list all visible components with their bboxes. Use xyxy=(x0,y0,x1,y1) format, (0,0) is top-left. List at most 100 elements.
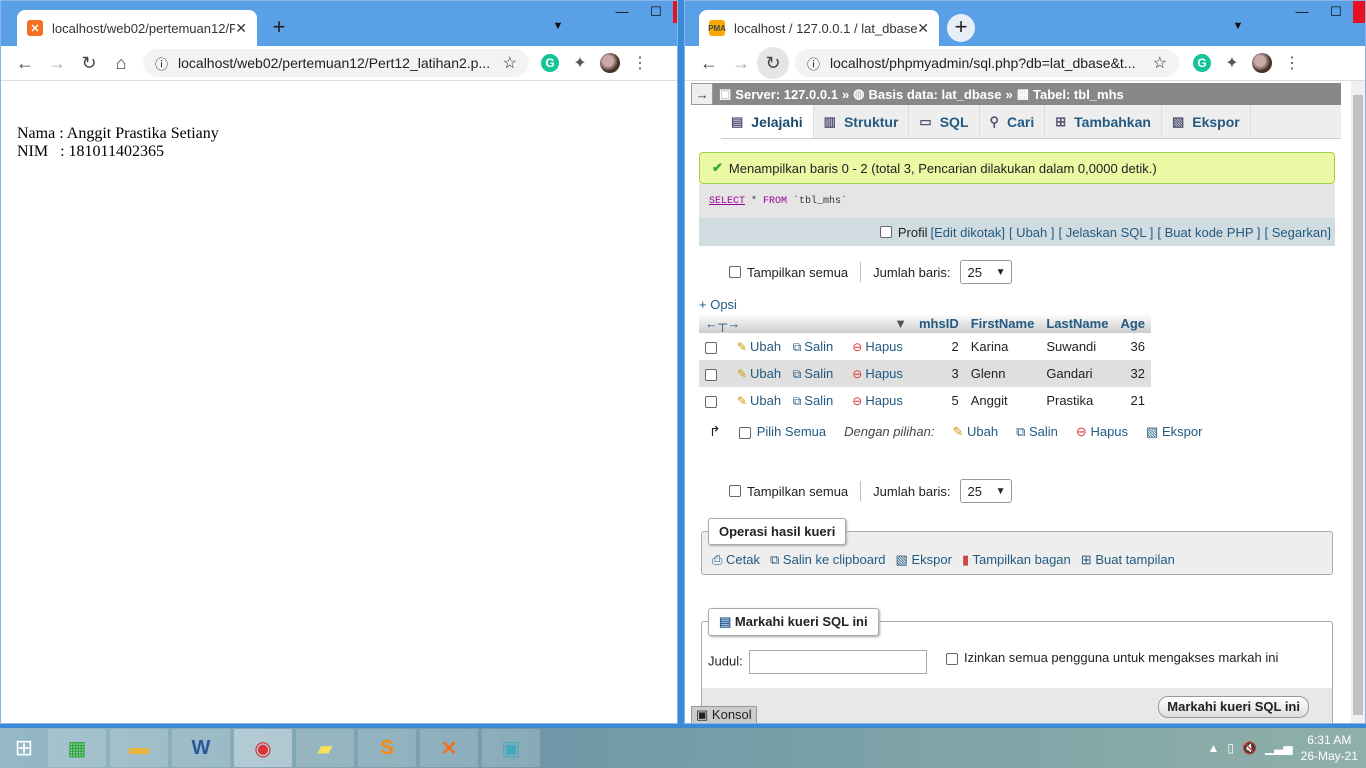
cell-age[interactable]: 32 xyxy=(1114,360,1152,387)
extensions-puzzle-icon[interactable]: ✦ xyxy=(1217,48,1247,78)
profile-checkbox[interactable] xyxy=(879,226,892,238)
edit-action[interactable]: ✎ Ubah ⧉ Salin xyxy=(730,360,847,387)
taskbar-word[interactable]: W xyxy=(172,729,230,767)
row-checkbox[interactable] xyxy=(705,395,717,408)
column-header-lastname[interactable]: LastName xyxy=(1040,314,1115,333)
bookmark-query-button[interactable]: Markahi kueri SQL ini xyxy=(1158,696,1309,718)
cell-lastname[interactable]: Suwandi xyxy=(1040,333,1114,360)
scrollbar-thumb[interactable] xyxy=(1353,95,1363,715)
taskbar-sticky-notes[interactable]: ▰ xyxy=(296,729,354,767)
cell-age[interactable]: 21 xyxy=(1114,387,1151,414)
taskbar-store[interactable]: ▦ xyxy=(48,729,106,767)
tab-tambahkan[interactable]: ⊞ Tambahkan xyxy=(1045,105,1162,138)
delete-action[interactable]: ⊖ Hapus xyxy=(846,387,913,414)
select-all-control[interactable]: Pilih Semua xyxy=(738,424,826,439)
breadcrumb-database[interactable]: Basis data: lat_dbase xyxy=(869,87,1002,102)
bulk-export-button[interactable]: ▧ Ekspor xyxy=(1146,424,1202,440)
tab-struktur[interactable]: ▥ Struktur xyxy=(814,105,910,138)
copy-label[interactable]: Salin xyxy=(804,366,833,381)
print-button[interactable]: ⎙ Cetak xyxy=(712,552,760,568)
cell-mhsid[interactable]: 3 xyxy=(913,360,965,387)
bookmark-title-input[interactable] xyxy=(748,650,927,674)
maximize-button[interactable]: ☐ xyxy=(1319,1,1353,23)
tab-search-icon[interactable]: ▼ xyxy=(541,1,575,32)
address-bar[interactable]: ⓘ localhost/phpmyadmin/sql.php?db=lat_db… xyxy=(795,49,1179,77)
close-window-button[interactable]: ✕ xyxy=(1353,1,1365,23)
column-header-firstname[interactable]: FirstName xyxy=(964,314,1041,333)
taskbar-sublime[interactable]: S xyxy=(358,729,416,767)
edit-link[interactable]: [ Ubah ] xyxy=(1009,225,1055,240)
address-bar[interactable]: ⓘ localhost/web02/pertemuan12/Pert12_lat… xyxy=(143,49,529,77)
cell-mhsid[interactable]: 2 xyxy=(913,333,965,360)
rows-select[interactable]: 25 ▼ xyxy=(960,479,1013,503)
new-tab-button[interactable]: + xyxy=(265,14,293,42)
tab-ekspor[interactable]: ▧ Ekspor xyxy=(1162,105,1251,138)
menu-kebab-icon[interactable]: ⋮ xyxy=(1277,48,1307,78)
forward-button[interactable]: → xyxy=(41,47,73,79)
sort-dropdown-icon[interactable]: ▼ xyxy=(894,316,907,331)
cell-firstname[interactable]: Anggit xyxy=(965,387,1041,414)
maximize-button[interactable]: ☐ xyxy=(639,1,673,23)
row-checkbox[interactable] xyxy=(705,341,717,354)
select-all-label[interactable]: Pilih Semua xyxy=(757,424,826,439)
browser-tab[interactable]: ✕ localhost/web02/pertemuan12/P ✕ xyxy=(17,10,257,46)
show-all-checkbox[interactable] xyxy=(729,266,741,278)
menu-kebab-icon[interactable]: ⋮ xyxy=(625,48,655,78)
column-header-age[interactable]: Age xyxy=(1114,314,1152,333)
edit-action[interactable]: ✎ Ubah ⧉ Salin xyxy=(731,333,846,360)
export-button[interactable]: ▧ Ekspor xyxy=(896,552,952,568)
create-view-button[interactable]: ⊞ Buat tampilan xyxy=(1081,552,1175,568)
row-checkbox[interactable] xyxy=(705,368,717,381)
copy-label[interactable]: Salin xyxy=(804,339,833,354)
clock[interactable]: 6:31 AM 26-May-21 xyxy=(1301,732,1358,764)
back-button[interactable]: ← xyxy=(9,47,41,79)
show-hidden-icons-icon[interactable]: ▲ xyxy=(1208,741,1220,755)
allow-all-checkbox[interactable] xyxy=(946,652,958,665)
forward-button[interactable]: → xyxy=(725,47,757,79)
console-button[interactable]: ▣ Konsol xyxy=(691,706,757,723)
column-arrows-icon[interactable]: ←┬→ xyxy=(705,316,740,331)
start-button[interactable]: ⊞ xyxy=(0,728,48,768)
sql-select-keyword[interactable]: SELECT xyxy=(709,196,745,207)
tab-search-icon[interactable]: ▼ xyxy=(1221,1,1255,32)
cell-mhsid[interactable]: 5 xyxy=(913,387,965,414)
bookmark-star-icon[interactable]: ☆ xyxy=(1153,53,1167,73)
breadcrumb-server[interactable]: Server: 127.0.0.1 xyxy=(735,87,838,102)
home-button[interactable]: ⌂ xyxy=(105,47,137,79)
reload-button[interactable]: ↻ xyxy=(73,47,105,79)
tab-sql[interactable]: ▭ SQL xyxy=(909,105,980,138)
cell-firstname[interactable]: Karina xyxy=(965,333,1041,360)
display-chart-button[interactable]: ▮ Tampilkan bagan xyxy=(962,552,1071,568)
edit-inline-link[interactable]: [Edit dikotak] xyxy=(931,225,1005,240)
new-tab-button[interactable]: + xyxy=(947,14,975,42)
device-icon[interactable]: ▯ xyxy=(1227,741,1234,755)
cell-lastname[interactable]: Prastika xyxy=(1040,387,1114,414)
options-link[interactable]: + Opsi xyxy=(699,297,737,312)
breadcrumb-table[interactable]: Tabel: tbl_mhs xyxy=(1033,87,1124,102)
taskbar-xampp[interactable]: ✕ xyxy=(420,729,478,767)
delete-action[interactable]: ⊖ Hapus xyxy=(846,333,913,360)
grammarly-extension[interactable]: G xyxy=(535,48,565,78)
minimize-button[interactable]: — xyxy=(605,1,639,23)
explain-sql-link[interactable]: [ Jelaskan SQL ] xyxy=(1058,225,1153,240)
tab-jelajahi[interactable]: ▤ Jelajahi xyxy=(721,105,814,138)
info-icon[interactable]: ⓘ xyxy=(807,54,820,73)
rows-select[interactable]: 25 ▼ xyxy=(960,260,1013,284)
delete-action[interactable]: ⊖ Hapus xyxy=(846,360,913,387)
extensions-puzzle-icon[interactable]: ✦ xyxy=(565,48,595,78)
column-header-mhsid[interactable]: mhsID xyxy=(913,314,965,333)
scrollbar[interactable] xyxy=(1351,81,1365,723)
bulk-copy-button[interactable]: ⧉ Salin xyxy=(1016,424,1058,440)
profile-button[interactable] xyxy=(1247,48,1277,78)
taskbar-chrome[interactable]: ◉ xyxy=(234,729,292,767)
bulk-delete-button[interactable]: ⊖ Hapus xyxy=(1076,424,1128,440)
network-icon[interactable]: ▁▃▅ xyxy=(1265,741,1293,755)
copy-label[interactable]: Salin xyxy=(804,393,833,408)
navigation-toggle-icon[interactable]: → xyxy=(691,83,713,105)
close-window-button[interactable]: ✕ xyxy=(673,1,677,23)
cell-age[interactable]: 36 xyxy=(1114,333,1151,360)
edit-action[interactable]: ✎ Ubah ⧉ Salin xyxy=(731,387,846,414)
volume-muted-icon[interactable]: 🔇 xyxy=(1242,741,1257,755)
cell-lastname[interactable]: Gandari xyxy=(1040,360,1115,387)
create-php-link[interactable]: [ Buat kode PHP ] xyxy=(1157,225,1260,240)
